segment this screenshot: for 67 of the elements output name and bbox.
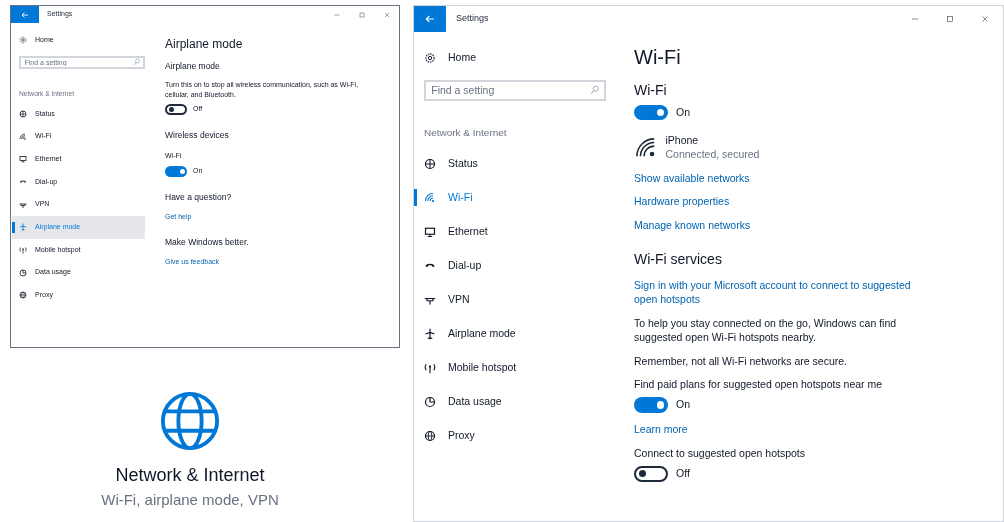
nav-item[interactable]: VPN <box>414 282 606 317</box>
section-heading: Have a question? <box>165 191 233 204</box>
monitor-icon <box>424 225 436 238</box>
setting-label: Find paid plans for suggested open hotspots near me <box>634 378 884 392</box>
nav-item[interactable]: Ethernet <box>414 214 606 249</box>
window-title: Settings <box>456 12 489 26</box>
wifi-icon <box>424 191 436 204</box>
network-status: Connected, secured <box>665 147 760 162</box>
nav-item[interactable]: Airplane mode <box>414 316 606 351</box>
tile-title: Network & Internet <box>115 464 265 487</box>
maximize-icon <box>357 10 366 19</box>
section-heading: Airplane mode <box>165 59 221 73</box>
nav-item[interactable]: Data usage <box>414 384 606 419</box>
link[interactable]: Sign in with your Microsoft account to connect to suggested open hotspots <box>634 277 914 307</box>
nav-item[interactable]: Wi-Fi <box>414 180 606 215</box>
link[interactable]: Learn more <box>634 422 688 437</box>
page-title: Wi-Fi <box>634 45 682 70</box>
airplane-icon <box>19 223 27 232</box>
close-icon <box>980 14 991 24</box>
toggle-switch[interactable] <box>634 397 668 413</box>
toggle-switch[interactable] <box>165 166 188 177</box>
nav-item[interactable]: Mobile hotspot <box>414 350 606 385</box>
section-heading: Make Windows better. <box>165 236 250 249</box>
hotspot-icon <box>19 245 27 254</box>
gear-icon <box>19 36 27 45</box>
description-text: To help you stay connected on the go, Windows can find suggested open Wi-Fi hotspots nearby. <box>634 315 898 345</box>
link[interactable]: Show available networks <box>634 170 750 185</box>
toggle-state: Off <box>676 466 690 481</box>
nav-item[interactable]: Dial-up <box>414 248 606 283</box>
section-heading: Wi-Fi services <box>634 250 723 269</box>
back-arrow-icon <box>425 14 435 24</box>
globe-icon <box>424 429 436 442</box>
back-button[interactable] <box>414 6 446 32</box>
search-field[interactable]: Find a setting <box>424 79 606 101</box>
airplane-icon <box>424 327 436 340</box>
link[interactable]: Manage known networks <box>634 217 751 233</box>
toggle-state: On <box>676 398 690 412</box>
toggle-switch[interactable] <box>634 104 668 121</box>
wifi-icon <box>19 132 27 141</box>
search-icon <box>589 85 600 96</box>
link[interactable]: Hardware properties <box>634 194 730 209</box>
nav-item[interactable]: Proxy <box>414 418 606 453</box>
globe-icon <box>159 390 221 452</box>
section-heading: Wi-Fi <box>634 81 668 100</box>
monitor-icon <box>19 155 27 164</box>
back-button[interactable] <box>11 6 39 23</box>
search-icon <box>132 58 141 66</box>
close-icon <box>382 10 391 19</box>
pie-chart-icon <box>424 395 436 408</box>
network-name: iPhone <box>665 134 700 148</box>
maximize-icon <box>945 14 956 24</box>
back-arrow-icon <box>21 10 29 19</box>
toggle-switch[interactable] <box>634 465 668 482</box>
setting-label: Connect to suggested open hotspots <box>634 446 807 461</box>
toggle-state: On <box>676 105 690 120</box>
globe-icon <box>19 291 27 300</box>
section-heading: Wireless devices <box>165 128 230 142</box>
tile-subtitle: Wi-Fi, airplane mode, VPN <box>101 490 279 510</box>
nav-item[interactable]: Status <box>414 146 606 181</box>
home-link[interactable]: Home <box>424 50 606 66</box>
page-title: Airplane mode <box>165 36 244 53</box>
toggle-switch[interactable] <box>165 104 188 115</box>
gear-icon <box>424 51 436 64</box>
section-label: Network & Internet <box>424 125 508 140</box>
description-text: Remember, not all Wi-Fi networks are secure. <box>634 353 848 368</box>
hotspot-icon <box>424 361 436 374</box>
pie-chart-icon <box>19 268 27 277</box>
